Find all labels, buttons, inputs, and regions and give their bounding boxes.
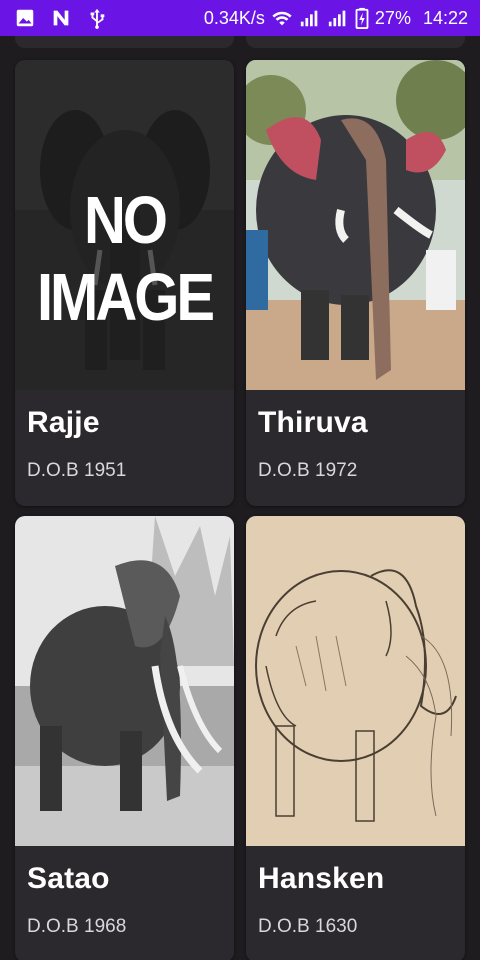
usb-icon (86, 7, 108, 29)
wifi-icon (271, 7, 293, 29)
previous-card-right[interactable] (246, 36, 465, 48)
elephant-card-hansken[interactable]: Hansken D.O.B 1630 (246, 516, 465, 960)
elephant-name: Thiruva (258, 406, 368, 439)
battery-charging-icon (355, 7, 369, 29)
n-app-icon (50, 7, 72, 29)
previous-card-left[interactable] (15, 36, 234, 48)
elephant-dob: D.O.B 1630 (258, 916, 358, 937)
signal-icon (299, 7, 321, 29)
elephant-dob: D.O.B 1951 (27, 460, 127, 481)
elephant-card-satao[interactable]: Satao D.O.B 1968 (15, 516, 234, 960)
network-speed: 0.34K/s (203, 7, 265, 28)
signal-icon-2 (327, 7, 349, 29)
card-image (246, 60, 465, 390)
elephant-dob: D.O.B 1968 (27, 916, 127, 937)
card-image (246, 516, 465, 846)
card-image: NO IMAGE (15, 60, 234, 390)
elephant-name: Hansken (258, 862, 385, 895)
elephant-card-rajje[interactable]: NO IMAGE Rajje D.O.B 1951 (15, 60, 234, 506)
elephant-dob: D.O.B 1972 (258, 460, 358, 481)
status-bar: 0.34K/s 27% 14:22 (0, 0, 480, 36)
card-image (15, 516, 234, 846)
elephant-grid[interactable]: NO IMAGE Rajje D.O.B 1951 Thiruva D.O.B … (0, 36, 480, 960)
no-image-placeholder-text: NO IMAGE (36, 183, 215, 335)
elephant-name: Rajje (27, 406, 100, 439)
elephant-name: Satao (27, 862, 110, 895)
battery-percent: 27% (374, 7, 411, 28)
elephant-card-thiruva[interactable]: Thiruva D.O.B 1972 (246, 60, 465, 506)
clock: 14:22 (422, 7, 468, 28)
gallery-icon (14, 7, 36, 29)
